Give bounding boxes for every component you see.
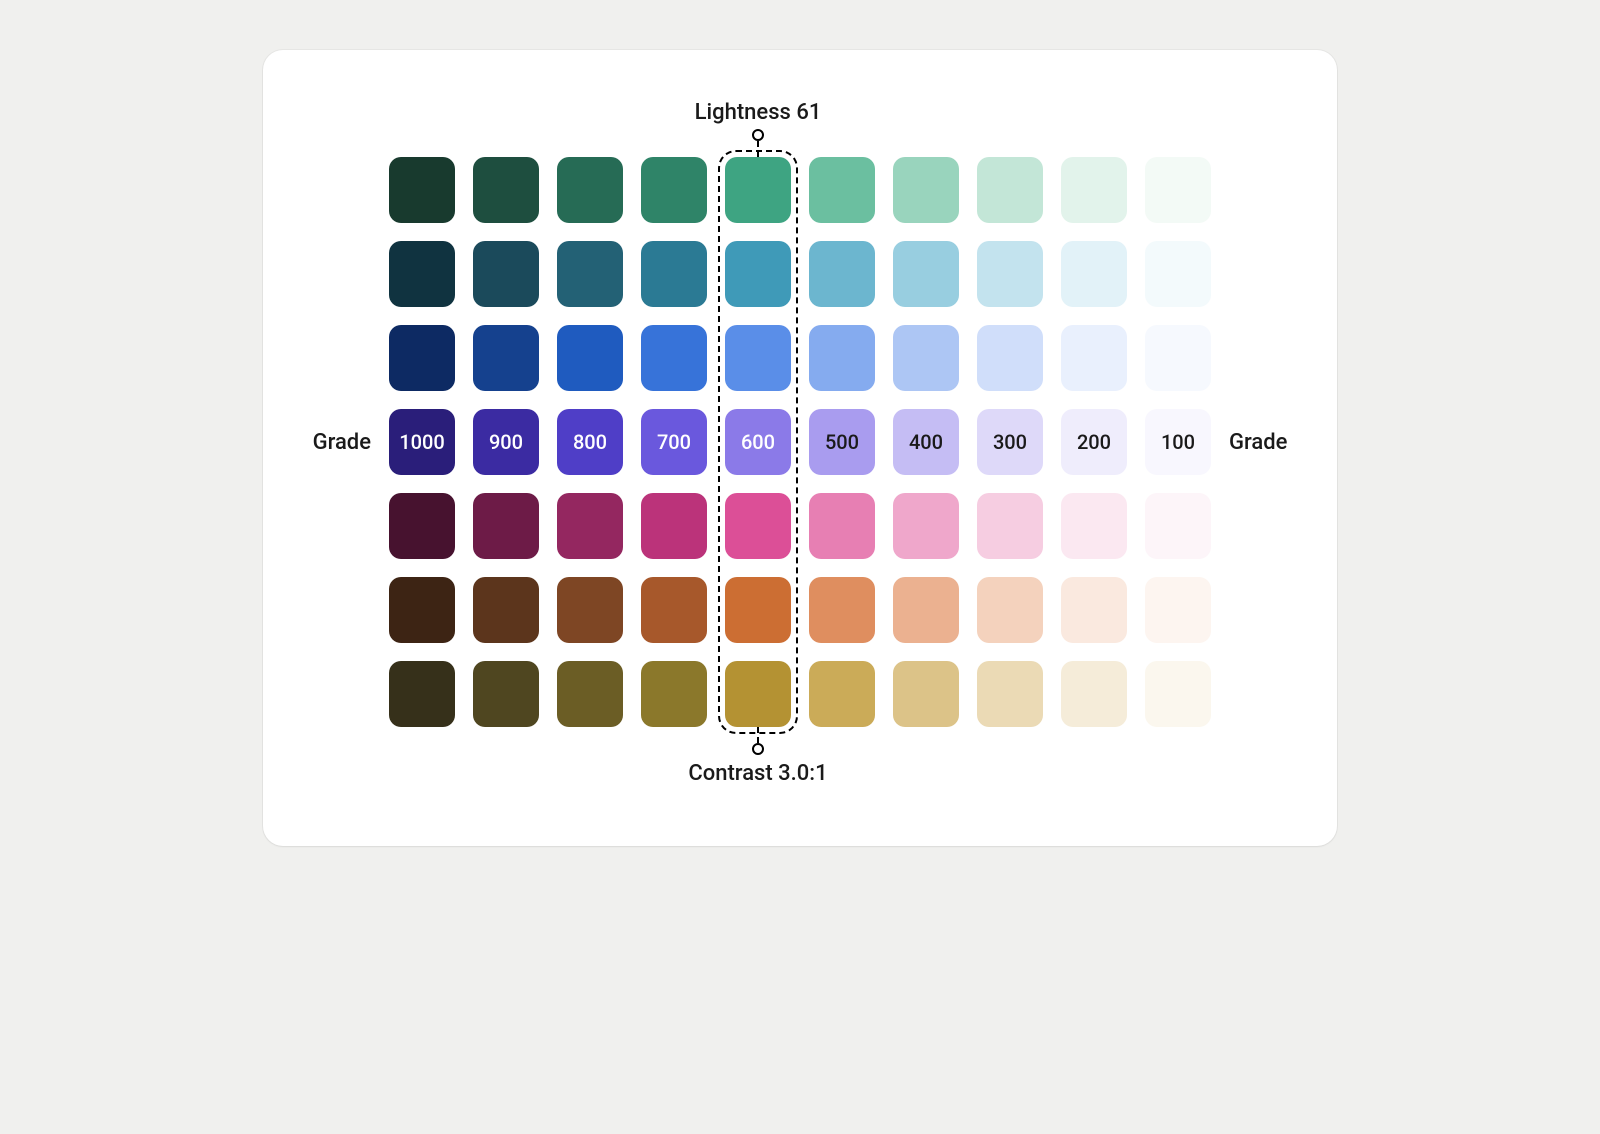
swatch-green-900 bbox=[473, 157, 539, 223]
swatch-blue-700 bbox=[641, 325, 707, 391]
swatch-green-600 bbox=[725, 157, 791, 223]
swatch-blue-400 bbox=[893, 325, 959, 391]
swatch-blue-200 bbox=[1061, 325, 1127, 391]
swatch-magenta-400 bbox=[893, 493, 959, 559]
swatch-magenta-500 bbox=[809, 493, 875, 559]
swatch-indigo-800: 800 bbox=[557, 409, 623, 475]
swatch-green-700 bbox=[641, 157, 707, 223]
swatch-green-100 bbox=[1145, 157, 1211, 223]
swatch-teal-blue-800 bbox=[557, 241, 623, 307]
swatch-olive-yellow-600 bbox=[725, 661, 791, 727]
swatch-blue-300 bbox=[977, 325, 1043, 391]
swatch-teal-blue-400 bbox=[893, 241, 959, 307]
swatch-green-400 bbox=[893, 157, 959, 223]
swatch-indigo-500: 500 bbox=[809, 409, 875, 475]
lightness-label: Lightness 61 bbox=[695, 100, 822, 125]
swatch-blue-100 bbox=[1145, 325, 1211, 391]
swatch-olive-yellow-700 bbox=[641, 661, 707, 727]
swatch-green-800 bbox=[557, 157, 623, 223]
swatch-brown-orange-400 bbox=[893, 577, 959, 643]
swatch-indigo-400: 400 bbox=[893, 409, 959, 475]
grade-label-right: Grade bbox=[1229, 430, 1287, 455]
swatch-green-1000 bbox=[389, 157, 455, 223]
palette-grid: 1000 900 800 700 600 500 400 300 200 100 bbox=[389, 157, 1211, 727]
swatch-blue-800 bbox=[557, 325, 623, 391]
contrast-label: Contrast 3.0:1 bbox=[688, 761, 827, 786]
swatch-brown-orange-800 bbox=[557, 577, 623, 643]
swatch-teal-blue-100 bbox=[1145, 241, 1211, 307]
swatch-magenta-700 bbox=[641, 493, 707, 559]
swatch-indigo-900: 900 bbox=[473, 409, 539, 475]
swatch-brown-orange-1000 bbox=[389, 577, 455, 643]
swatch-indigo-700: 700 bbox=[641, 409, 707, 475]
swatch-olive-yellow-200 bbox=[1061, 661, 1127, 727]
swatch-indigo-100: 100 bbox=[1145, 409, 1211, 475]
swatch-brown-orange-200 bbox=[1061, 577, 1127, 643]
swatch-olive-yellow-500 bbox=[809, 661, 875, 727]
swatch-magenta-900 bbox=[473, 493, 539, 559]
swatch-teal-blue-900 bbox=[473, 241, 539, 307]
annotation-dot bbox=[752, 743, 764, 755]
swatch-green-300 bbox=[977, 157, 1043, 223]
annotation-dot bbox=[752, 129, 764, 141]
swatch-olive-yellow-1000 bbox=[389, 661, 455, 727]
swatch-teal-blue-1000 bbox=[389, 241, 455, 307]
swatch-blue-600 bbox=[725, 325, 791, 391]
swatch-blue-900 bbox=[473, 325, 539, 391]
swatch-indigo-300: 300 bbox=[977, 409, 1043, 475]
swatch-teal-blue-700 bbox=[641, 241, 707, 307]
swatch-brown-orange-100 bbox=[1145, 577, 1211, 643]
swatch-magenta-100 bbox=[1145, 493, 1211, 559]
swatch-olive-yellow-900 bbox=[473, 661, 539, 727]
swatch-brown-orange-500 bbox=[809, 577, 875, 643]
swatch-magenta-300 bbox=[977, 493, 1043, 559]
swatch-olive-yellow-300 bbox=[977, 661, 1043, 727]
swatch-teal-blue-200 bbox=[1061, 241, 1127, 307]
grade-label-left: Grade bbox=[313, 430, 371, 455]
annotation-stem bbox=[757, 727, 759, 743]
swatch-indigo-600: 600 bbox=[725, 409, 791, 475]
swatch-magenta-600 bbox=[725, 493, 791, 559]
swatch-olive-yellow-400 bbox=[893, 661, 959, 727]
swatch-green-200 bbox=[1061, 157, 1127, 223]
swatch-teal-blue-300 bbox=[977, 241, 1043, 307]
swatch-indigo-200: 200 bbox=[1061, 409, 1127, 475]
swatch-blue-500 bbox=[809, 325, 875, 391]
swatch-indigo-1000: 1000 bbox=[389, 409, 455, 475]
swatch-magenta-800 bbox=[557, 493, 623, 559]
swatch-brown-orange-900 bbox=[473, 577, 539, 643]
swatch-olive-yellow-800 bbox=[557, 661, 623, 727]
swatch-teal-blue-600 bbox=[725, 241, 791, 307]
swatch-olive-yellow-100 bbox=[1145, 661, 1211, 727]
swatch-brown-orange-300 bbox=[977, 577, 1043, 643]
annotation-stem bbox=[757, 141, 759, 157]
palette-card: Lightness 61 Grade 1000 900 800 700 600 500 40… bbox=[263, 50, 1338, 846]
swatch-magenta-1000 bbox=[389, 493, 455, 559]
swatch-blue-1000 bbox=[389, 325, 455, 391]
swatch-green-500 bbox=[809, 157, 875, 223]
swatch-brown-orange-700 bbox=[641, 577, 707, 643]
swatch-magenta-200 bbox=[1061, 493, 1127, 559]
swatch-teal-blue-500 bbox=[809, 241, 875, 307]
swatch-brown-orange-600 bbox=[725, 577, 791, 643]
